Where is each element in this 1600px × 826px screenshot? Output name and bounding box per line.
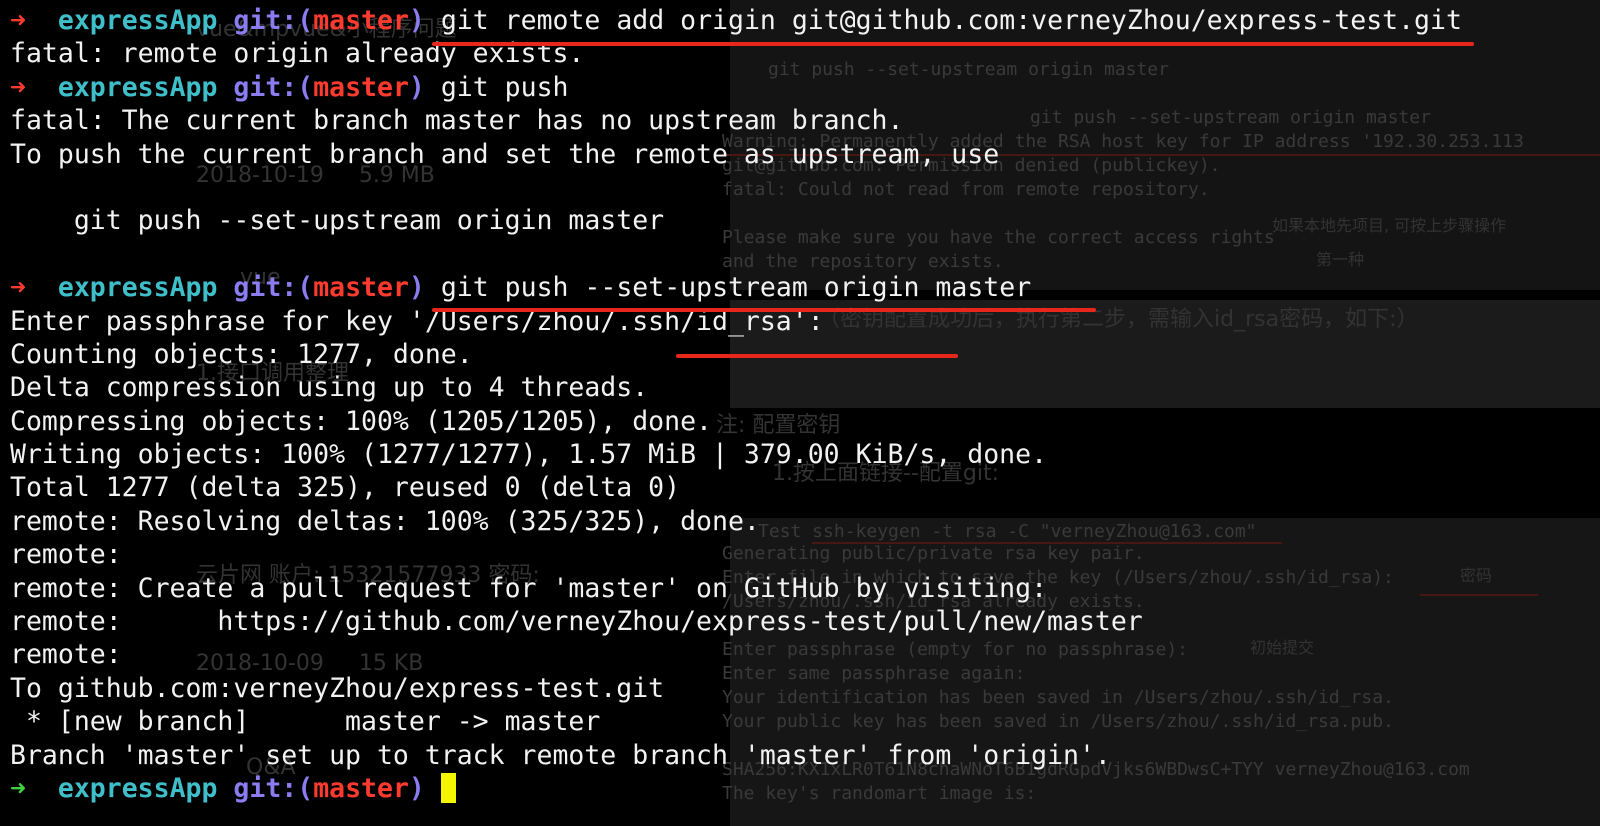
output-text: fatal: The current branch master has no … bbox=[10, 105, 904, 137]
output-line: Branch 'master' set up to track remote b… bbox=[10, 739, 1462, 772]
prompt-branch: master bbox=[313, 71, 409, 103]
prompt-arrow-error-icon: ➜ bbox=[10, 272, 26, 304]
prompt-line: ➜ expressApp git:(master) bbox=[10, 772, 1462, 805]
output-line: remote: bbox=[10, 638, 1462, 671]
output-line: To push the current branch and set the r… bbox=[10, 138, 1462, 171]
output-text: remote: Create a pull request for 'maste… bbox=[10, 572, 1048, 604]
output-text: Compressing objects: 100% (1205/1205), d… bbox=[10, 405, 712, 437]
output-text: Branch 'master' set up to track remote b… bbox=[10, 739, 1111, 771]
output-line: To github.com:verneyZhou/express-test.gi… bbox=[10, 672, 1462, 705]
prompt-git-close: ) bbox=[408, 5, 425, 36]
output-text: Writing objects: 100% (1277/1277), 1.57 … bbox=[10, 439, 1048, 471]
prompt-arrow-ok-icon: ➜ bbox=[10, 772, 26, 804]
output-line: Writing objects: 100% (1277/1277), 1.57 … bbox=[10, 438, 1462, 471]
prompt-line: ➜ expressApp git:(master) git remote add… bbox=[10, 4, 1462, 37]
prompt-directory: expressApp bbox=[57, 71, 218, 103]
prompt-git-label: git:( bbox=[233, 5, 314, 36]
command-text bbox=[425, 773, 441, 804]
prompt-directory: expressApp bbox=[57, 772, 218, 804]
prompt-git-close: ) bbox=[408, 772, 425, 804]
prompt-arrow-error-icon: ➜ bbox=[10, 5, 26, 36]
output-text: remote: bbox=[10, 539, 122, 571]
output-text: Counting objects: 1277, done. bbox=[10, 338, 473, 370]
prompt-git-label: git:( bbox=[233, 772, 314, 804]
output-line: git push --set-upstream origin master bbox=[10, 204, 1462, 237]
command-text: git remote add origin git@github.com:ver… bbox=[424, 5, 1462, 36]
ghost-mark: 密码 bbox=[1460, 566, 1493, 585]
annotation-underline bbox=[432, 308, 1096, 312]
prompt-git-label: git:( bbox=[233, 71, 314, 103]
output-line: Delta compression using up to 4 threads. bbox=[10, 371, 1462, 404]
output-line: remote: Create a pull request for 'maste… bbox=[10, 572, 1462, 605]
output-line: Total 1277 (delta 325), reused 0 (delta … bbox=[10, 471, 1462, 504]
prompt-line: ➜ expressApp git:(master) git push bbox=[10, 71, 1462, 104]
prompt-git-close: ) bbox=[408, 71, 425, 103]
prompt-git-label: git:( bbox=[233, 272, 314, 304]
output-text: Delta compression using up to 4 threads. bbox=[10, 372, 649, 404]
output-line: fatal: The current branch master has no … bbox=[10, 104, 1462, 137]
prompt-git-close: ) bbox=[408, 272, 425, 304]
output-text: remote: Resolving deltas: 100% (325/325)… bbox=[10, 505, 760, 537]
output-text: remote: bbox=[10, 639, 122, 671]
output-line: Compressing objects: 100% (1205/1205), d… bbox=[10, 405, 1462, 438]
terminal-output[interactable]: ➜ expressApp git:(master) git remote add… bbox=[10, 4, 1462, 805]
prompt-branch: master bbox=[313, 772, 409, 804]
output-line: remote: bbox=[10, 538, 1462, 571]
output-text: git push --set-upstream origin master bbox=[10, 205, 665, 237]
command-text: git push --set-upstream origin master bbox=[424, 272, 1032, 304]
annotation-underline bbox=[676, 354, 958, 358]
output-line: remote: https://github.com/verneyZhou/ex… bbox=[10, 605, 1462, 638]
output-line: * [new branch] master -> master bbox=[10, 705, 1462, 738]
annotation-underline bbox=[432, 42, 1474, 46]
output-text: remote: https://github.com/verneyZhou/ex… bbox=[10, 606, 1143, 638]
prompt-branch: master bbox=[313, 272, 409, 304]
text-cursor[interactable] bbox=[440, 772, 456, 803]
output-text: To github.com:verneyZhou/express-test.gi… bbox=[10, 672, 665, 704]
prompt-arrow-error-icon: ➜ bbox=[10, 71, 26, 103]
prompt-branch: master bbox=[313, 5, 409, 36]
command-text: git push bbox=[424, 71, 569, 103]
output-text: To push the current branch and set the r… bbox=[10, 138, 1000, 170]
prompt-directory: expressApp bbox=[57, 272, 218, 304]
output-line: remote: Resolving deltas: 100% (325/325)… bbox=[10, 505, 1462, 538]
prompt-line: ➜ expressApp git:(master) git push --set… bbox=[10, 271, 1462, 304]
prompt-directory: expressApp bbox=[57, 5, 218, 36]
output-text: Total 1277 (delta 325), reused 0 (delta … bbox=[10, 472, 681, 504]
output-text: * [new branch] master -> master bbox=[10, 706, 601, 738]
